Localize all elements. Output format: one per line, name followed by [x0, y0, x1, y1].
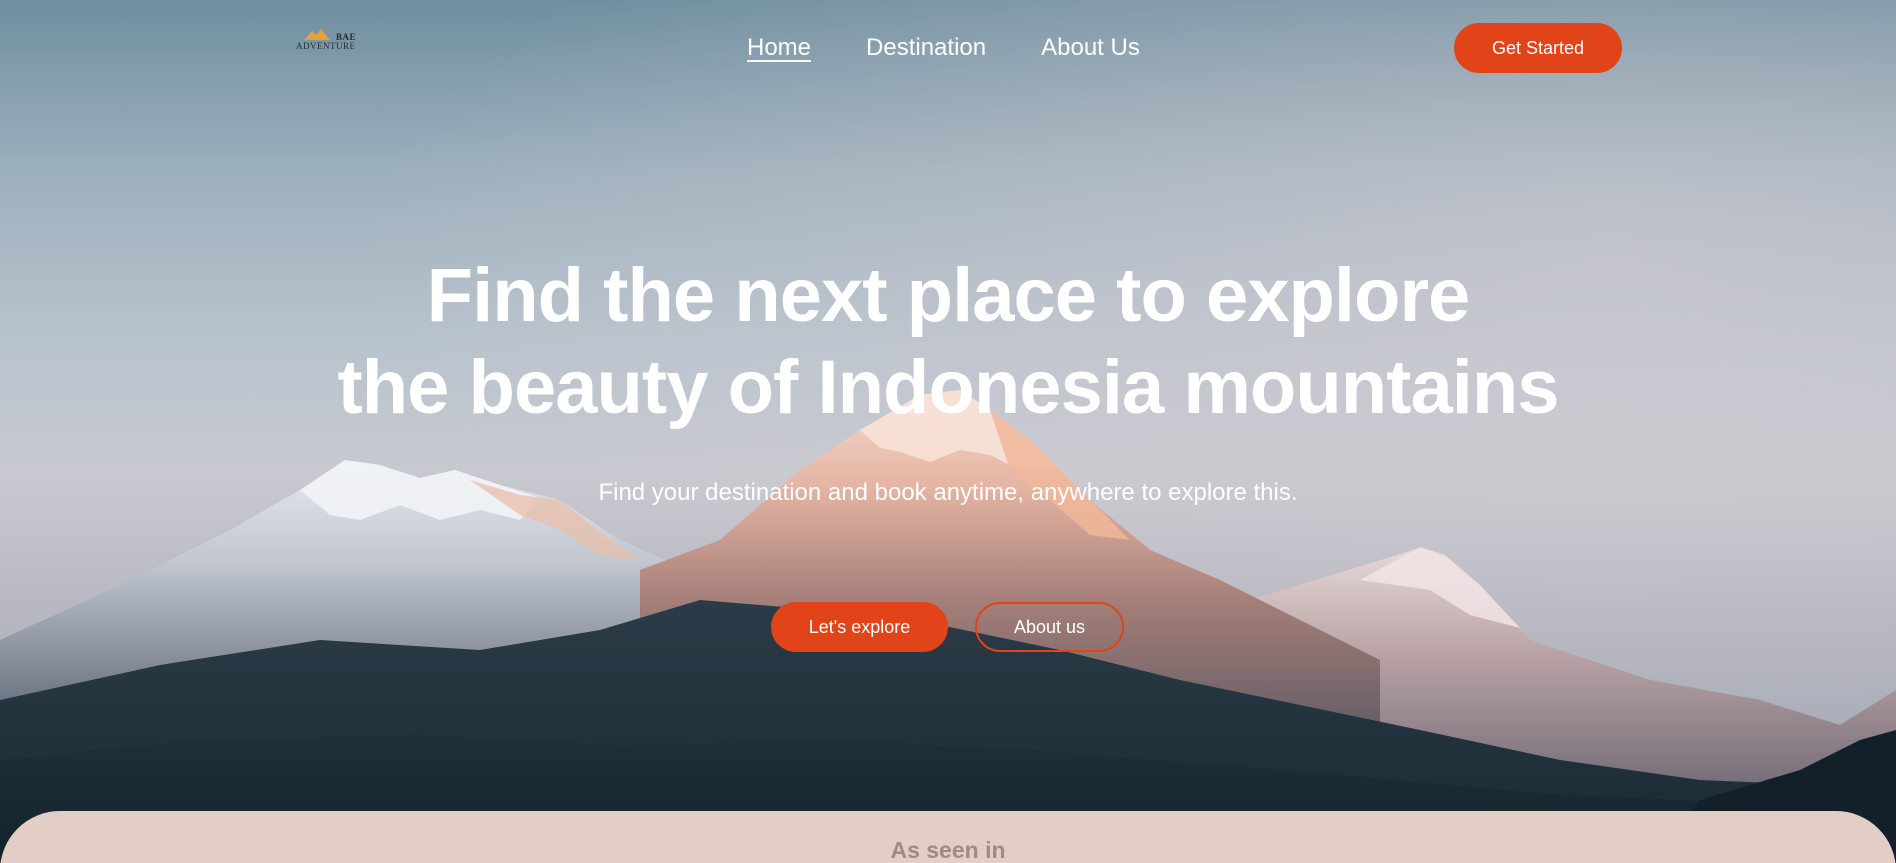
top-navigation: BAE ADVENTURE Home Destination About Us …	[0, 0, 1896, 100]
brand-logo[interactable]: BAE ADVENTURE	[296, 28, 360, 54]
nav-links: Home Destination About Us	[747, 34, 1140, 62]
hero-headline: Find the next place to explore the beaut…	[0, 250, 1896, 434]
hero-section: BAE ADVENTURE Home Destination About Us …	[0, 0, 1896, 863]
nav-link-home[interactable]: Home	[747, 34, 811, 62]
as-seen-in-title: As seen in	[890, 837, 1006, 863]
mountain-logo-icon	[304, 29, 330, 40]
hero-cta-group: Let's explore About us	[771, 602, 1124, 652]
logo-text-bottom: ADVENTURE	[296, 41, 356, 51]
get-started-button[interactable]: Get Started	[1454, 23, 1622, 73]
nav-link-destination[interactable]: Destination	[866, 34, 986, 62]
nav-link-about-us[interactable]: About Us	[1041, 34, 1140, 62]
lets-explore-button[interactable]: Let's explore	[771, 602, 948, 652]
about-us-button[interactable]: About us	[975, 602, 1124, 652]
hero-headline-line-2: the beauty of Indonesia mountains	[337, 345, 1559, 430]
hero-subheadline: Find your destination and book anytime, …	[598, 479, 1298, 506]
hero-headline-line-1: Find the next place to explore	[426, 253, 1471, 338]
as-seen-in-section: As seen in	[0, 811, 1896, 863]
